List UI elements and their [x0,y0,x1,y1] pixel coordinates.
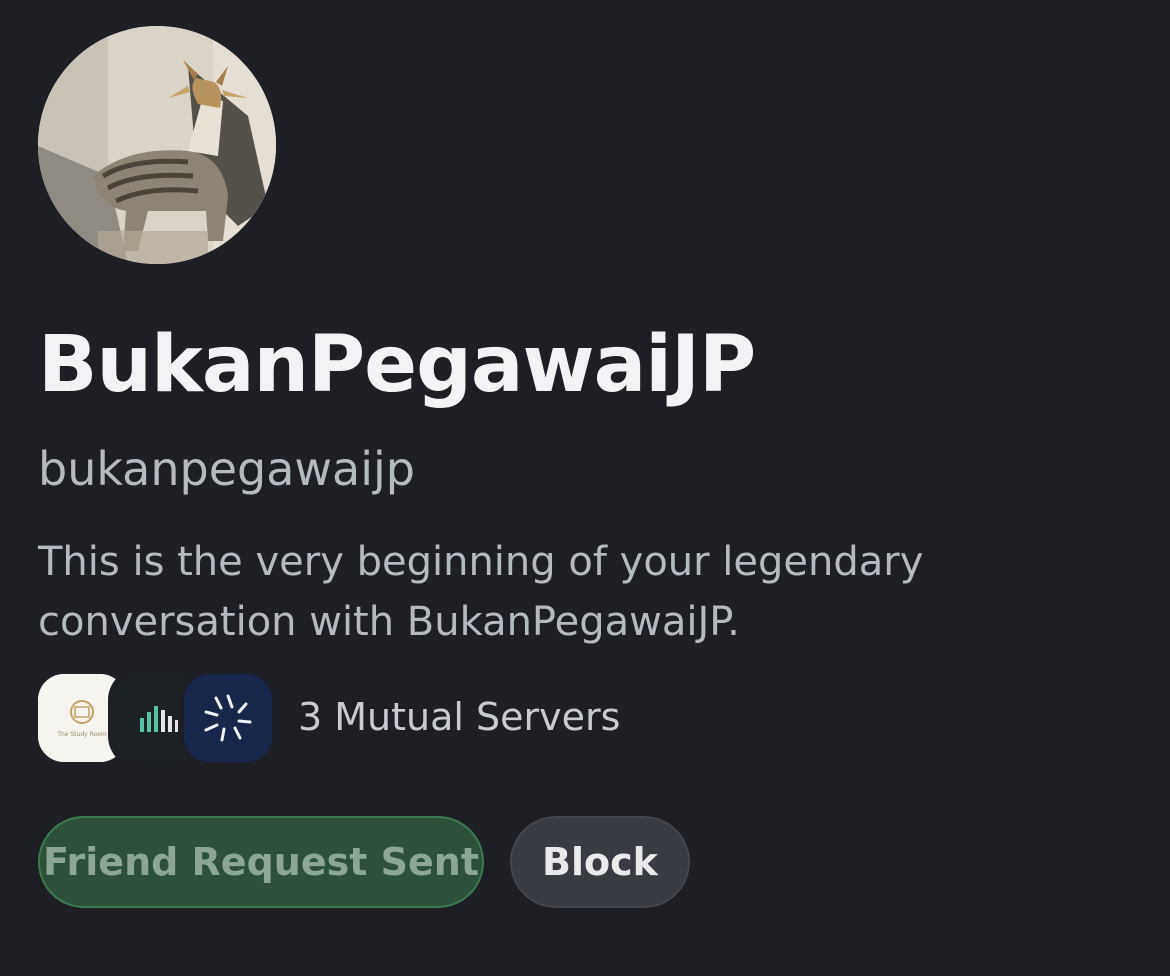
conversation-intro: This is the very beginning of your legen… [38,539,924,645]
display-name: BukanPegawaiJP [38,320,756,410]
server-icon-text: The Study Room [56,731,107,738]
profile-actions: Friend Request Sent Block [38,816,738,912]
block-button[interactable]: Block [510,816,690,908]
cat-photo-avatar-icon [38,26,276,264]
mutual-servers[interactable]: The Study Room 3 Mutual Servers [38,674,738,764]
friend-request-sent-button[interactable]: Friend Request Sent [38,816,484,908]
avatar[interactable] [38,26,276,264]
username: bukanpegawaijp [38,442,415,496]
study-room-server-icon[interactable]: The Study Room [38,674,126,762]
mutual-servers-label[interactable]: 3 Mutual Servers [298,698,620,736]
burst-server-icon[interactable] [184,674,272,762]
